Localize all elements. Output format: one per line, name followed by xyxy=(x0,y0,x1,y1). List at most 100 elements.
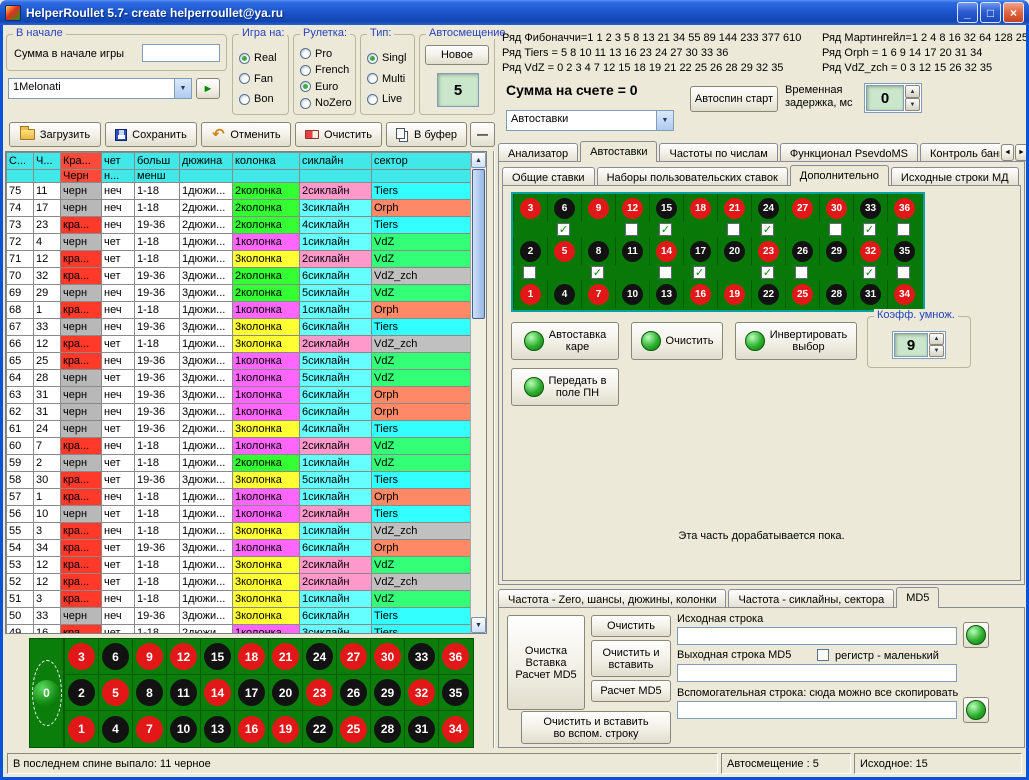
coef-down-button[interactable]: ▼ xyxy=(929,345,944,357)
tab-частота-zero-шансы-дюжины-колонки[interactable]: Частота - Zero, шансы, дюжины, колонки xyxy=(498,589,726,608)
board-number-21[interactable]: 21 xyxy=(717,194,751,222)
board-number-29[interactable]: 29 xyxy=(370,675,404,711)
board-number-22[interactable]: 22 xyxy=(302,711,336,747)
board-number-31[interactable]: 31 xyxy=(404,711,438,747)
history-row[interactable]: 6733черннеч19-363дюжи...3колонка6сиклайн… xyxy=(7,319,471,336)
board-zero-cell[interactable]: 0 xyxy=(30,639,64,747)
source-ball-button[interactable] xyxy=(963,622,989,648)
column-header[interactable]: больш xyxy=(135,153,180,170)
column-header[interactable]: сектор xyxy=(372,153,471,170)
new-button[interactable]: Новое xyxy=(425,45,489,65)
tab-общие-ставки[interactable]: Общие ставки xyxy=(502,167,595,186)
board-number-5[interactable]: 5 xyxy=(547,237,581,265)
board-number-18[interactable]: 18 xyxy=(683,194,717,222)
board-number-7[interactable]: 7 xyxy=(581,280,615,308)
board-number-34[interactable]: 34 xyxy=(887,280,921,308)
board-number-12[interactable]: 12 xyxy=(615,194,649,222)
tab-scroll-left-button[interactable]: ◄ xyxy=(1001,144,1014,161)
history-row[interactable]: 5830кра...чет19-363дюжи...3колонка5сикла… xyxy=(7,472,471,489)
board-checkbox[interactable]: ✓ xyxy=(863,223,876,236)
clear-selection-button[interactable]: Очистить xyxy=(631,322,723,360)
radio-nozero[interactable]: NoZero xyxy=(300,96,351,111)
output-string-input[interactable] xyxy=(677,664,957,682)
board-number-26[interactable]: 26 xyxy=(336,675,370,711)
board-number-24[interactable]: 24 xyxy=(302,639,336,675)
board-number-27[interactable]: 27 xyxy=(785,194,819,222)
column-header[interactable]: чет xyxy=(102,153,135,170)
board-checkbox[interactable]: ✓ xyxy=(659,223,672,236)
tab-наборы-пользовательских-ставок[interactable]: Наборы пользовательских ставок xyxy=(597,167,788,186)
board-number-33[interactable]: 33 xyxy=(404,639,438,675)
undo-button[interactable]: ↶Отменить xyxy=(201,122,291,147)
register-checkbox[interactable] xyxy=(817,649,829,661)
tab-scroll-right-button[interactable]: ► xyxy=(1015,144,1026,161)
board-checkbox[interactable]: ✓ xyxy=(557,223,570,236)
board-number-6[interactable]: 6 xyxy=(98,639,132,675)
radio-bon[interactable]: Bon xyxy=(239,92,284,107)
tab-анализатор[interactable]: Анализатор xyxy=(498,143,578,162)
history-row[interactable]: 681кра...неч1-181дюжи...1колонка1сиклайн… xyxy=(7,302,471,319)
history-row[interactable]: 571кра...неч1-181дюжи...1колонка1сиклайн… xyxy=(7,489,471,506)
board-number-1[interactable]: 1 xyxy=(64,711,98,747)
transfer-button[interactable]: Передать в поле ПН xyxy=(511,368,619,406)
column-header[interactable]: колонка xyxy=(233,153,300,170)
maximize-button[interactable]: □ xyxy=(980,2,1001,23)
board-checkbox[interactable]: ✓ xyxy=(591,266,604,279)
start-sum-input[interactable] xyxy=(142,44,220,62)
history-row[interactable]: 592чернчет1-181дюжи...2колонка1сиклайнVd… xyxy=(7,455,471,472)
board-number-4[interactable]: 4 xyxy=(547,280,581,308)
board-number-23[interactable]: 23 xyxy=(302,675,336,711)
board-number-36[interactable]: 36 xyxy=(438,639,472,675)
board-number-10[interactable]: 10 xyxy=(166,711,200,747)
board-number-31[interactable]: 31 xyxy=(853,280,887,308)
board-checkbox[interactable] xyxy=(897,223,910,236)
board-number-30[interactable]: 30 xyxy=(370,639,404,675)
board-number-17[interactable]: 17 xyxy=(683,237,717,265)
board-number-6[interactable]: 6 xyxy=(547,194,581,222)
board-number-32[interactable]: 32 xyxy=(404,675,438,711)
radio-real[interactable]: Real xyxy=(239,51,284,66)
dropdown-arrow-icon[interactable]: ▼ xyxy=(174,79,191,98)
minus-button[interactable]: — xyxy=(470,122,495,147)
md5-big-button[interactable]: Очистка Вставка Расчет MD5 xyxy=(507,615,585,710)
board-checkbox[interactable]: ✓ xyxy=(761,266,774,279)
history-row[interactable]: 6124чернчет19-362дюжи...3колонка4сиклайн… xyxy=(7,421,471,438)
board-checkbox[interactable] xyxy=(795,266,808,279)
autospin-start-button[interactable]: Автоспин старт xyxy=(690,86,778,112)
history-row[interactable]: 5212кра...чет1-181дюжи...3колонка2сиклай… xyxy=(7,574,471,591)
source-string-input[interactable] xyxy=(677,627,957,645)
copy-buffer-button[interactable]: В буфер xyxy=(386,122,467,147)
board-number-10[interactable]: 10 xyxy=(615,280,649,308)
board-number-35[interactable]: 35 xyxy=(887,237,921,265)
history-row[interactable]: 6231черннеч19-363дюжи...1колонка6сиклайн… xyxy=(7,404,471,421)
board-number-2[interactable]: 2 xyxy=(64,675,98,711)
board-number-26[interactable]: 26 xyxy=(785,237,819,265)
history-row[interactable]: 6929черннеч19-363дюжи...2колонка5сиклайн… xyxy=(7,285,471,302)
preset-combobox[interactable]: 1Melonati ▼ xyxy=(8,78,192,99)
board-number-28[interactable]: 28 xyxy=(370,711,404,747)
board-number-4[interactable]: 4 xyxy=(98,711,132,747)
board-number-9[interactable]: 9 xyxy=(132,639,166,675)
board-checkbox[interactable]: ✓ xyxy=(761,223,774,236)
board-number-1[interactable]: 1 xyxy=(513,280,547,308)
history-row[interactable]: 7032кра...чет19-363дюжи...2колонка6сикла… xyxy=(7,268,471,285)
close-button[interactable]: × xyxy=(1003,2,1024,23)
board-number-25[interactable]: 25 xyxy=(785,280,819,308)
history-row[interactable]: 5312кра...чет1-181дюжи...3колонка2сиклай… xyxy=(7,557,471,574)
history-row[interactable]: 553кра...неч1-181дюжи...3колонка1сиклайн… xyxy=(7,523,471,540)
history-row[interactable]: 6612кра...чет1-181дюжи...3колонка2сиклай… xyxy=(7,336,471,353)
play-button[interactable]: ► xyxy=(196,78,220,99)
board-number-29[interactable]: 29 xyxy=(819,237,853,265)
board-number-13[interactable]: 13 xyxy=(200,711,234,747)
autobet-kare-button[interactable]: Автоставка каре xyxy=(511,322,619,360)
board-number-33[interactable]: 33 xyxy=(853,194,887,222)
column-header[interactable]: Ч... xyxy=(34,153,61,170)
board-checkbox[interactable]: ✓ xyxy=(693,266,706,279)
board-checkbox[interactable] xyxy=(523,266,536,279)
board-number-20[interactable]: 20 xyxy=(268,675,302,711)
history-row[interactable]: 6525кра...неч19-363дюжи...1колонка5сикла… xyxy=(7,353,471,370)
scrollbar-thumb[interactable] xyxy=(472,169,485,319)
radio-live[interactable]: Live xyxy=(367,92,410,107)
radio-french[interactable]: French xyxy=(300,63,351,78)
board-number-15[interactable]: 15 xyxy=(200,639,234,675)
